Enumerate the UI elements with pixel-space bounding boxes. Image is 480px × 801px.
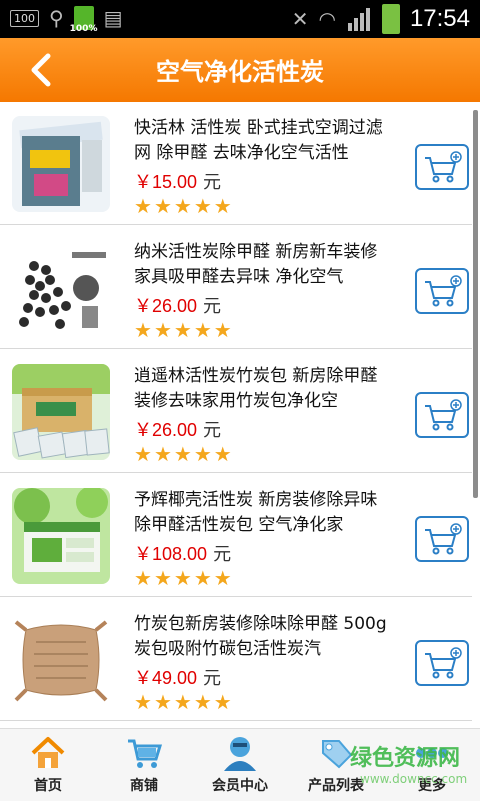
star-icon: ★: [153, 318, 172, 342]
nav-label: 会员中心: [212, 778, 268, 794]
battery-percent-label: 100%: [69, 24, 98, 34]
product-price: ￥49.00 元: [134, 664, 221, 690]
price-value: ￥26.00: [134, 296, 198, 316]
star-icon: ★: [134, 442, 152, 466]
star-icon: ★: [134, 318, 152, 342]
watermark-text: 绿色资源网: [350, 746, 461, 771]
star-icon: ★: [153, 442, 172, 466]
star-icon: ★: [213, 442, 232, 466]
rating-stars: ★ ★ ★ ★ ★: [134, 196, 232, 216]
star-icon: ★: [193, 442, 212, 466]
product-price: ￥15.00 元: [134, 168, 221, 194]
add-to-cart-button[interactable]: [415, 640, 469, 686]
star-icon: ★: [193, 318, 212, 342]
star-icon: ★: [193, 566, 212, 590]
star-icon: ★: [134, 566, 152, 590]
wifi-icon: ◠: [318, 7, 336, 31]
rating-stars: ★ ★ ★ ★ ★: [134, 444, 232, 464]
star-icon: ★: [193, 690, 212, 714]
rating-stars: ★ ★ ★ ★ ★: [134, 568, 232, 588]
star-icon: ★: [173, 690, 192, 714]
status-bar: 100 ⚲ 100% ▤ ✕ ◠ 17:54: [0, 0, 480, 38]
clock: 17:54: [409, 5, 470, 32]
star-icon: ★: [213, 194, 232, 218]
battery-full-icon: 100%: [70, 6, 97, 34]
nav-label: 商铺: [130, 778, 158, 794]
battery-icon: [381, 4, 400, 34]
home-icon: [31, 737, 65, 768]
nav-label: 首页: [34, 778, 62, 794]
product-image: [12, 240, 110, 336]
page-title: 空气净化活性炭: [156, 58, 324, 86]
rating-stars: ★ ★ ★ ★ ★: [134, 320, 232, 340]
price-unit: 元: [203, 420, 222, 440]
add-to-cart-button[interactable]: [415, 392, 469, 438]
product-name[interactable]: 竹炭包新房装修除味除甲醛 500g炭包吸附竹碳包活性炭汽: [134, 612, 394, 662]
product-price: ￥26.00 元: [134, 416, 221, 442]
usb-icon: ⚲: [49, 6, 64, 30]
star-icon: ★: [173, 442, 192, 466]
rating-stars: ★ ★ ★ ★ ★: [134, 692, 232, 712]
product-price: ￥26.00 元: [134, 292, 221, 318]
price-value: ￥108.00: [134, 544, 208, 564]
star-icon: ★: [153, 566, 172, 590]
product-image: [12, 364, 110, 460]
product-name[interactable]: 予辉椰壳活性炭 新房装修除异味除甲醛活性炭包 空气净化家: [134, 488, 394, 538]
product-item[interactable]: 快活林 活性炭 卧式挂式空调过滤网 除甲醛 去味净化空气活性 ￥15.00 元 ★…: [0, 102, 472, 225]
nav-shop[interactable]: 商铺: [96, 729, 192, 801]
star-icon: ★: [213, 566, 232, 590]
product-name[interactable]: 快活林 活性炭 卧式挂式空调过滤网 除甲醛 去味净化空气活性: [134, 116, 394, 166]
star-icon: ★: [153, 690, 172, 714]
nav-member[interactable]: 会员中心: [192, 729, 288, 801]
product-item[interactable]: 纳米活性炭除甲醛 新房新车装修家具吸甲醛去异味 净化空气 ￥26.00 元 ★ ★ ★…: [0, 226, 472, 349]
star-icon: ★: [173, 194, 192, 218]
product-list[interactable]: 快活林 活性炭 卧式挂式空调过滤网 除甲醛 去味净化空气活性 ￥15.00 元 ★…: [0, 102, 472, 728]
signal-icon: [347, 8, 370, 31]
notification-badge: 100: [10, 9, 39, 27]
price-unit: 元: [213, 544, 232, 564]
star-icon: ★: [134, 690, 152, 714]
add-to-cart-button[interactable]: [415, 516, 469, 562]
price-unit: 元: [203, 296, 222, 316]
star-icon: ★: [134, 194, 152, 218]
product-item[interactable]: 逍遥林活性炭竹炭包 新房除甲醛装修去味家用竹炭包净化空 ￥26.00 元 ★ ★ ★ ★…: [0, 350, 472, 473]
price-value: ￥15.00: [134, 172, 198, 192]
cart-icon: [128, 739, 163, 768]
member-icon: [224, 737, 256, 771]
product-image: [12, 116, 110, 212]
product-price: ￥108.00 元: [134, 540, 231, 566]
star-icon: ★: [213, 690, 232, 714]
add-to-cart-button[interactable]: [415, 268, 469, 314]
mute-icon: ✕: [291, 7, 309, 31]
document-icon: ▤: [103, 6, 123, 30]
product-name[interactable]: 纳米活性炭除甲醛 新房新车装修家具吸甲醛去异味 净化空气: [134, 240, 394, 290]
star-icon: ★: [173, 318, 192, 342]
product-item[interactable]: 竹炭包新房装修除味除甲醛 500g炭包吸附竹碳包活性炭汽 ￥49.00 元 ★ ★ ★…: [0, 598, 472, 721]
star-icon: ★: [153, 194, 172, 218]
header-bar: 空气净化活性炭: [0, 38, 480, 102]
price-value: ￥49.00: [134, 668, 198, 688]
product-image: [12, 488, 110, 584]
star-icon: ★: [193, 194, 212, 218]
product-name[interactable]: 逍遥林活性炭竹炭包 新房除甲醛装修去味家用竹炭包净化空: [134, 364, 394, 414]
scrollbar[interactable]: [473, 110, 478, 498]
watermark-url: www.downcc.com: [360, 772, 468, 786]
price-unit: 元: [203, 172, 222, 192]
nav-home[interactable]: 首页: [0, 729, 96, 801]
add-to-cart-button[interactable]: [415, 144, 469, 190]
star-icon: ★: [173, 566, 192, 590]
price-value: ￥26.00: [134, 420, 198, 440]
star-icon: ★: [213, 318, 232, 342]
price-unit: 元: [203, 668, 222, 688]
product-item[interactable]: 予辉椰壳活性炭 新房装修除异味除甲醛活性炭包 空气净化家 ￥108.00 元 ★ ★…: [0, 474, 472, 597]
product-image: [12, 612, 110, 708]
